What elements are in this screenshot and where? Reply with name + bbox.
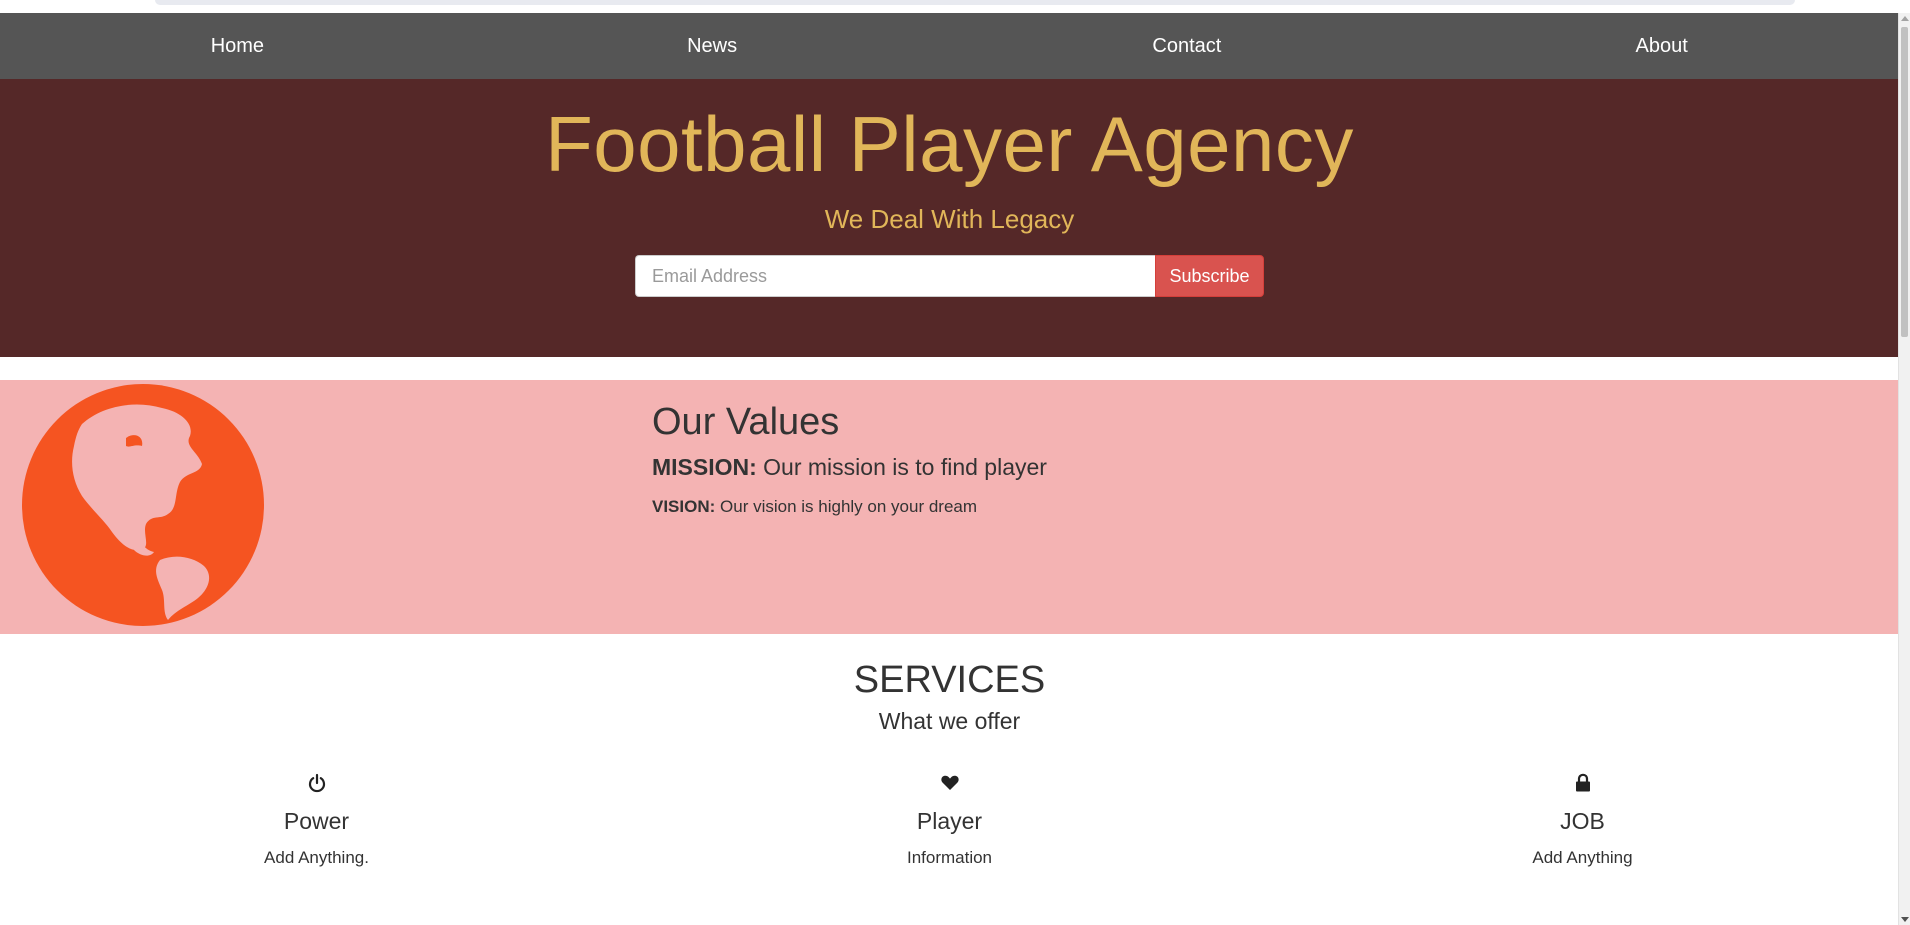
vision-text: Our vision is highly on your dream — [715, 497, 978, 516]
email-input[interactable] — [635, 255, 1155, 297]
power-icon — [307, 773, 327, 793]
nav-item-contact[interactable]: Contact — [950, 13, 1425, 79]
browser-chrome-strip — [0, 0, 1910, 14]
service-name: Player — [916, 808, 983, 834]
mission-text: Our mission is to find player — [756, 454, 1047, 480]
page: Home News Contact About Football Player … — [0, 13, 1899, 357]
hero-section: Football Player Agency We Deal With Lega… — [0, 79, 1899, 357]
services-title: SERVICES — [853, 659, 1046, 701]
scroll-down-arrow-icon[interactable] — [1901, 917, 1909, 922]
service-description: Add Anything — [1532, 848, 1633, 867]
browser-viewport: Home News Contact About Football Player … — [0, 0, 1910, 925]
service-power: Power Add Anything. — [0, 773, 633, 868]
globe-americas-icon — [22, 384, 264, 626]
scroll-up-arrow-icon[interactable] — [1901, 16, 1909, 21]
services-section: SERVICES What we offer Power Add Anythin… — [0, 634, 1899, 868]
services-subtitle: What we offer — [878, 708, 1021, 734]
hero-title: Football Player Agency — [545, 100, 1354, 188]
lock-icon — [1573, 773, 1593, 793]
services-row: Power Add Anything. Player Information J… — [0, 773, 1899, 868]
service-description: Add Anything. — [264, 848, 369, 867]
service-name: JOB — [1560, 808, 1605, 834]
service-description: Information — [906, 848, 993, 867]
browser-tab-edge — [155, 0, 1795, 5]
hero-subtitle: We Deal With Legacy — [824, 204, 1075, 234]
vision-label: VISION: — [652, 497, 716, 516]
values-section: Our Values MISSION: Our mission is to fi… — [0, 380, 1899, 634]
nav-item-about[interactable]: About — [1424, 13, 1899, 79]
values-text: Our Values MISSION: Our mission is to fi… — [652, 400, 1047, 517]
navbar: Home News Contact About — [0, 13, 1899, 79]
mission-label: MISSION: — [652, 454, 757, 480]
mission-statement: MISSION: Our mission is to find player — [652, 454, 1047, 481]
page-scrollbar[interactable] — [1898, 13, 1910, 925]
vision-statement: VISION: Our vision is highly on your dre… — [652, 496, 1047, 517]
nav-item-home[interactable]: Home — [0, 13, 475, 79]
subscribe-button[interactable]: Subscribe — [1155, 255, 1264, 297]
nav-item-news[interactable]: News — [475, 13, 950, 79]
values-title: Our Values — [652, 401, 840, 443]
service-job: JOB Add Anything — [1266, 773, 1899, 868]
heart-icon — [940, 773, 960, 793]
service-player: Player Information — [633, 773, 1266, 868]
service-name: Power — [283, 808, 350, 834]
subscribe-form: Subscribe — [635, 255, 1264, 297]
scrollbar-thumb[interactable] — [1901, 27, 1908, 337]
